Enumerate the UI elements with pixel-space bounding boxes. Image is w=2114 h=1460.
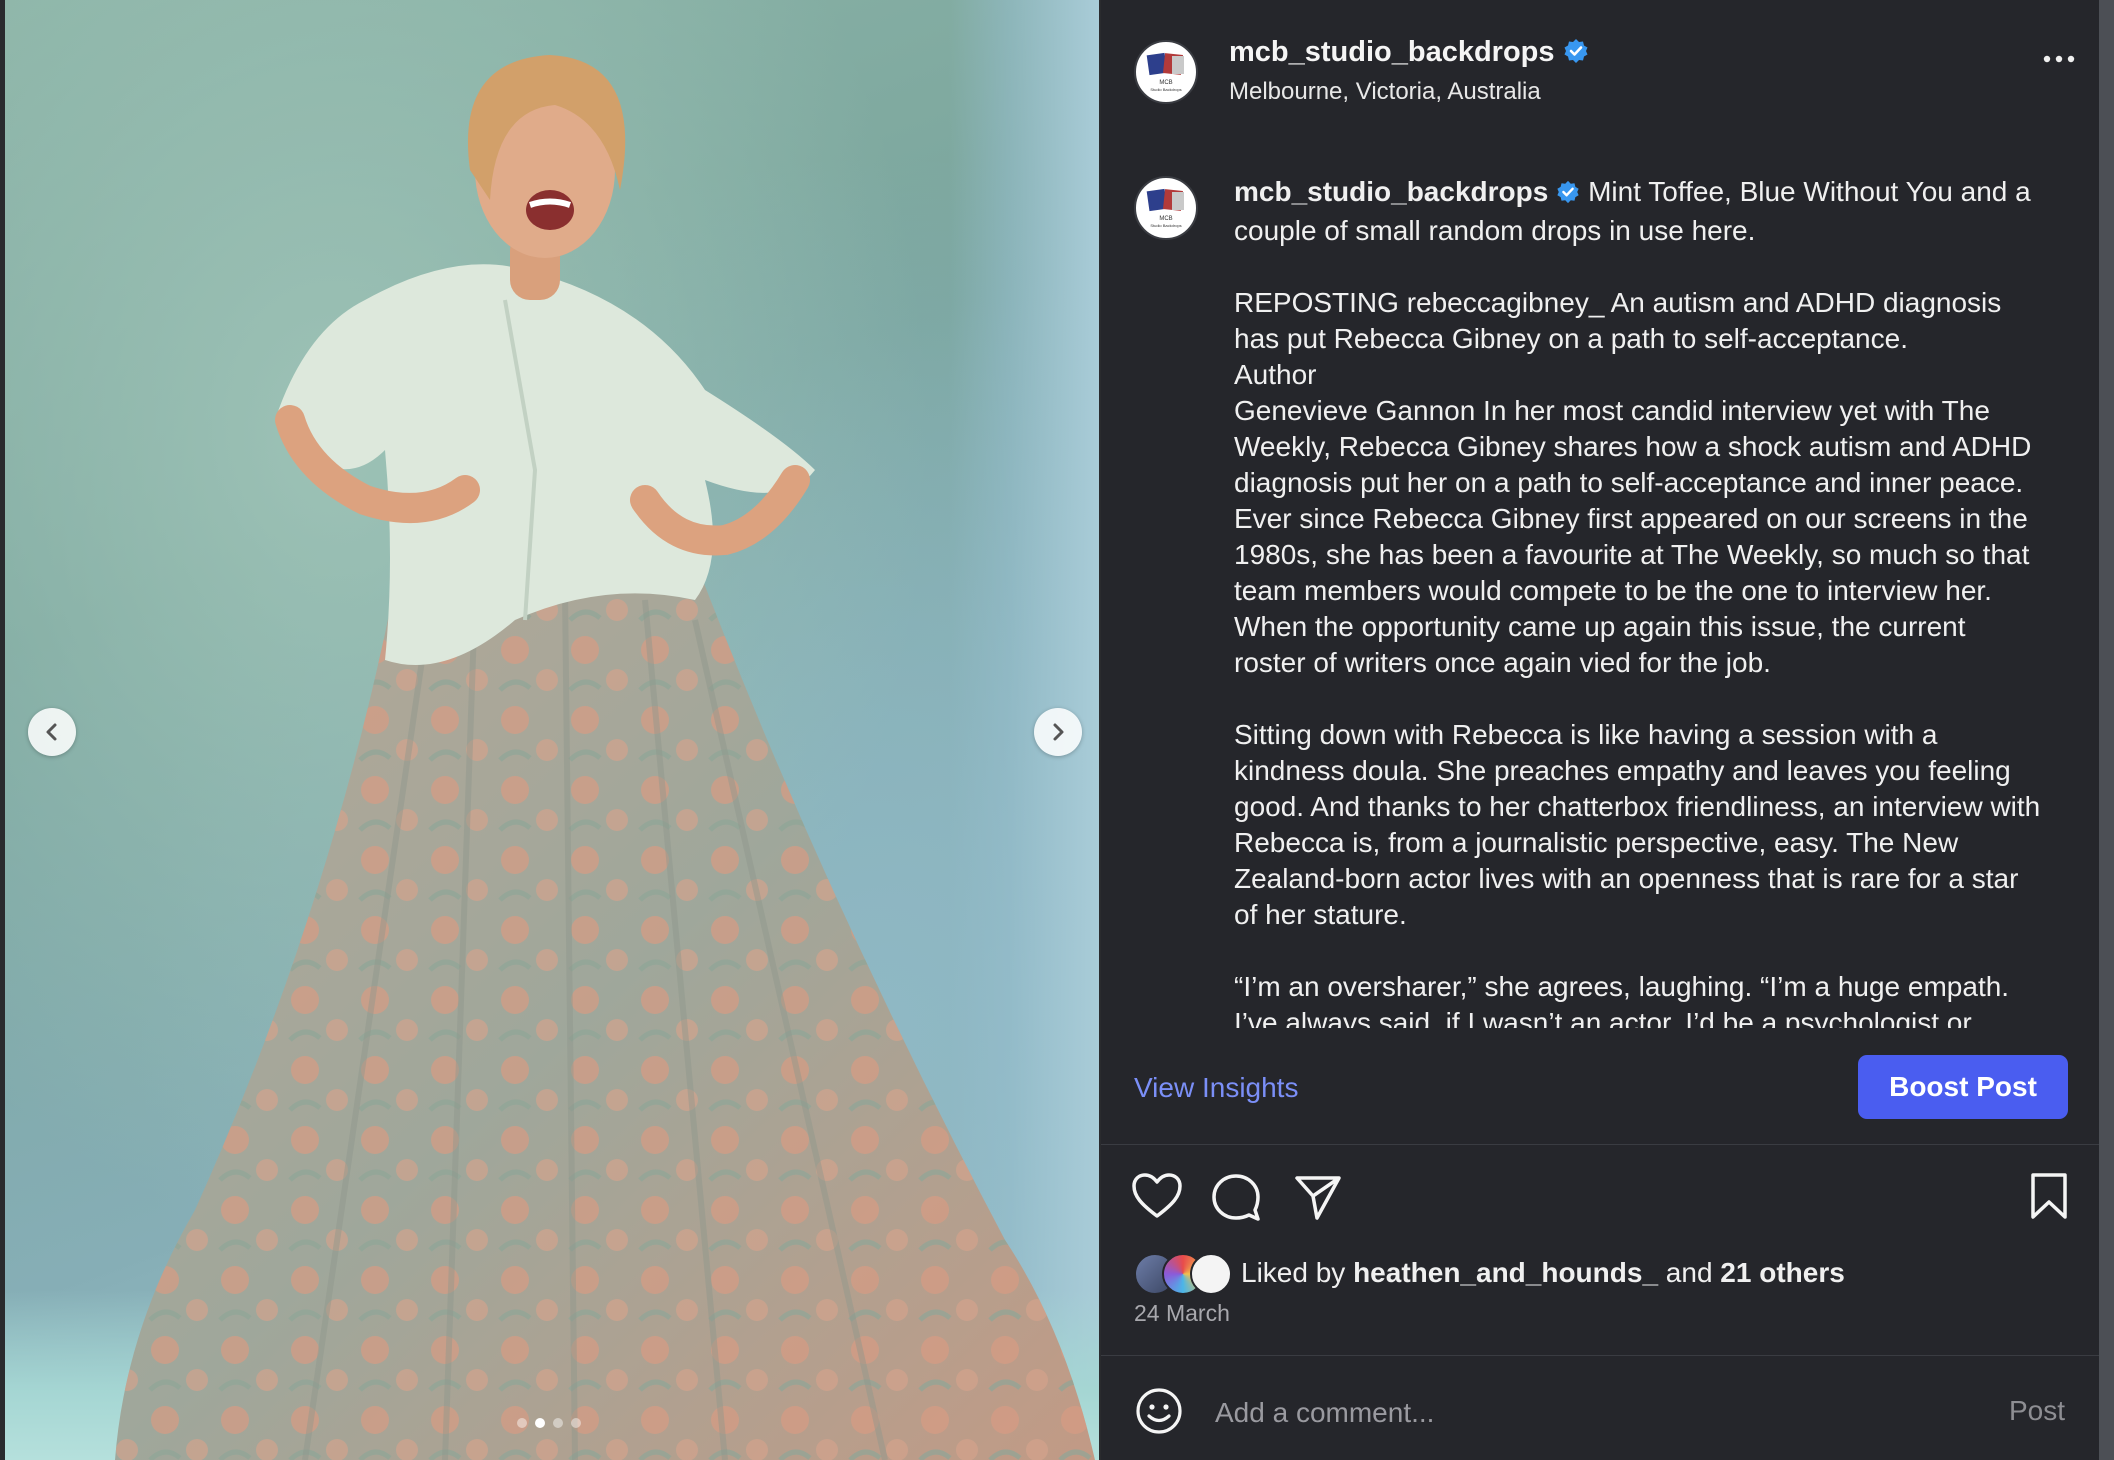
carousel-dot xyxy=(553,1418,563,1428)
header-avatar[interactable]: MCB Studio Backdrops xyxy=(1134,40,1198,104)
boost-post-button[interactable]: Boost Post xyxy=(1858,1055,2068,1119)
bookmark-icon xyxy=(2031,1173,2067,1219)
comment-input[interactable] xyxy=(1213,1392,1917,1434)
likes-others-link[interactable]: 21 others xyxy=(1720,1257,1845,1288)
photo-subject xyxy=(115,55,1095,1460)
caption-paragraph: REPOSTING rebeccagibney_ An autism and A… xyxy=(1234,287,2032,678)
carousel-dot xyxy=(535,1418,545,1428)
like-button[interactable] xyxy=(1131,1172,1183,1225)
next-slide-button[interactable] xyxy=(1034,708,1082,756)
divider xyxy=(1101,1144,2099,1145)
likes-prefix: Liked by xyxy=(1241,1257,1354,1288)
likes-middle: and xyxy=(1658,1257,1721,1288)
liker-avatar xyxy=(1190,1253,1232,1295)
divider xyxy=(1101,1355,2099,1356)
carousel-dot xyxy=(517,1418,527,1428)
post-location[interactable]: Melbourne, Victoria, Australia xyxy=(1229,78,1541,106)
caption-paragraph: “I’m an oversharer,” she agrees, laughin… xyxy=(1234,971,2017,1028)
previous-slide-button[interactable] xyxy=(28,708,76,756)
caption-avatar[interactable]: MCB Studio Backdrops xyxy=(1134,176,1198,240)
mcb-logo: MCB Studio Backdrops xyxy=(1146,188,1184,228)
emoji-button[interactable] xyxy=(1134,1386,1184,1441)
page-scroll-edge xyxy=(2099,0,2114,1460)
svg-text:Studio Backdrops: Studio Backdrops xyxy=(1150,87,1181,92)
caption-intro: mcb_studio_backdrops Mint Toffee, Blue W… xyxy=(1234,174,2044,249)
chevron-left-icon xyxy=(46,723,57,741)
liker-username[interactable]: heathen_and_hounds_ xyxy=(1353,1257,1658,1288)
post-media[interactable] xyxy=(5,0,1099,1460)
post-date[interactable]: 24 March xyxy=(1134,1300,1230,1327)
likes-summary: Liked by heathen_and_hounds_ and 21 othe… xyxy=(1241,1257,1845,1289)
emoji-icon xyxy=(1136,1388,1182,1434)
verified-badge-icon xyxy=(1556,177,1580,213)
comment-button[interactable] xyxy=(1211,1172,1261,1227)
svg-text:MCB: MCB xyxy=(1159,80,1172,86)
comment-icon xyxy=(1212,1174,1260,1221)
share-button[interactable] xyxy=(1293,1172,1343,1227)
chevron-right-icon xyxy=(1053,723,1064,741)
post-caption: mcb_studio_backdrops Mint Toffee, Blue W… xyxy=(1234,174,2044,1028)
heart-icon xyxy=(1132,1173,1182,1218)
post-details-panel: MCB Studio Backdrops mcb_studio_backdrop… xyxy=(1101,0,2099,1460)
svg-text:MCB: MCB xyxy=(1159,216,1172,222)
caption-paragraph: Sitting down with Rebecca is like having… xyxy=(1234,719,2041,930)
mcb-logo: MCB Studio Backdrops xyxy=(1146,52,1184,92)
post-author-name[interactable]: mcb_studio_backdrops xyxy=(1229,36,1555,68)
more-options-icon xyxy=(2043,55,2075,63)
share-icon xyxy=(1295,1176,1341,1220)
post-author[interactable]: mcb_studio_backdrops xyxy=(1229,36,1589,72)
carousel-dot xyxy=(571,1418,581,1428)
post-comment-button[interactable]: Post xyxy=(2009,1395,2065,1427)
svg-text:Studio Backdrops: Studio Backdrops xyxy=(1150,223,1181,228)
caption-author-name[interactable]: mcb_studio_backdrops xyxy=(1234,176,1548,207)
more-options-button[interactable] xyxy=(2041,52,2077,70)
view-insights-link[interactable]: View Insights xyxy=(1134,1072,1298,1104)
carousel-indicator xyxy=(517,1418,581,1428)
save-button[interactable] xyxy=(2029,1172,2069,1225)
liker-avatars[interactable] xyxy=(1134,1253,1234,1295)
verified-badge-icon xyxy=(1563,38,1589,72)
